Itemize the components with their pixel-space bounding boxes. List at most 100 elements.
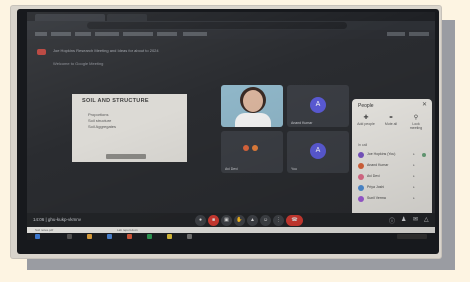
lock-meeting-button[interactable]: ⚲ Lock meeting <box>407 115 425 130</box>
taskbar-app-icon[interactable] <box>187 234 192 239</box>
bookmark-item[interactable] <box>409 32 429 36</box>
slide-item: Soil Aggregates <box>88 124 117 129</box>
participant-name: Anand Kumar <box>367 163 389 167</box>
presentation-slide: SOIL AND STRUCTURE Proportions Soil stru… <box>72 94 187 162</box>
participant-row[interactable]: Joe Hopkins (You) ⚬ <box>358 151 428 159</box>
action-label: Add people <box>357 122 375 126</box>
bookmarks-bar <box>27 30 435 39</box>
add-person-icon: ✚ <box>363 115 369 121</box>
tile-name: Anand Kumar <box>291 121 313 125</box>
address-bar <box>27 21 435 30</box>
bookmark-item[interactable] <box>183 32 207 36</box>
present-button[interactable]: ▲ <box>247 215 258 226</box>
add-people-button[interactable]: ✚ Add people <box>357 115 375 126</box>
mic-icon[interactable]: ⚬ <box>412 185 415 190</box>
avatar <box>358 152 364 158</box>
participant-row[interactable]: Anand Kumar ⚬ <box>358 162 428 170</box>
video-tile-participant[interactable]: A Anand Kumar <box>287 85 349 127</box>
more-button[interactable]: ⋮ <box>273 215 284 226</box>
tab-other[interactable] <box>107 14 147 21</box>
avatar <box>243 145 249 151</box>
avatar <box>358 196 364 202</box>
avatar <box>358 174 364 180</box>
bookmark-item[interactable] <box>35 32 47 36</box>
meeting-time-code: 14:06 | ghu-kukp-vkmnv <box>33 217 81 222</box>
url-field[interactable] <box>87 22 347 29</box>
present-icon: ▲ <box>250 217 255 223</box>
mute-all-button[interactable]: ⚭ Mute all <box>382 115 400 126</box>
meet-stage: Joe Hopkins Research Meeting and Ideas f… <box>27 39 435 230</box>
avatar <box>252 145 258 151</box>
slide-caption-bar <box>106 154 146 159</box>
bookmark-item[interactable] <box>51 32 71 36</box>
people-icon[interactable]: ♟ <box>401 216 406 223</box>
reactions-button[interactable]: ☺ <box>260 215 271 226</box>
video-tile-self[interactable]: A You <box>287 131 349 173</box>
video-tile-camera[interactable] <box>221 85 283 127</box>
mic-icon[interactable]: ⚬ <box>412 152 415 157</box>
slide-item: Soil structure <box>88 118 112 123</box>
tile-name: You <box>291 167 297 171</box>
video-tile-participant[interactable]: Avi Devi <box>221 131 283 173</box>
mute-icon: ⚭ <box>388 115 394 121</box>
monitor: Joe Hopkins Research Meeting and Ideas f… <box>17 9 439 254</box>
captions-icon: ▣ <box>224 217 229 223</box>
people-panel: People ✕ ✚ Add people ⚭ Mute all ⚲ Lock … <box>352 99 432 230</box>
download-item[interactable]: Soil notes.pdf <box>35 228 53 232</box>
bookmark-item[interactable] <box>95 32 119 36</box>
participant-row[interactable]: Priya Joshi ⚬ <box>358 184 428 192</box>
tile-name: Avi Devi <box>225 167 238 171</box>
slide-item: Proportions <box>88 112 109 117</box>
close-icon[interactable]: ✕ <box>422 101 427 108</box>
raise-hand-icon: ✋ <box>236 217 243 223</box>
bookmark-item[interactable] <box>157 32 177 36</box>
avatar: A <box>310 143 326 159</box>
mic-icon[interactable]: ⚬ <box>412 174 415 179</box>
activities-icon[interactable]: △ <box>424 216 429 223</box>
taskbar-app-icon[interactable] <box>147 234 152 239</box>
bookmark-item[interactable] <box>387 32 405 36</box>
participant-name: Joe Hopkins (You) <box>367 152 396 156</box>
camera-button[interactable]: ■ <box>208 215 219 226</box>
taskbar-app-icon[interactable] <box>67 234 72 239</box>
action-label: Mute all <box>384 122 398 126</box>
chat-icon[interactable]: ✉ <box>413 216 418 223</box>
tab-bar <box>27 12 435 21</box>
person-face <box>243 90 263 112</box>
bookmark-item[interactable] <box>75 32 91 36</box>
download-item[interactable]: Lab report.docx <box>117 228 138 232</box>
mic-button[interactable]: ● <box>195 215 206 226</box>
end-call-button[interactable]: ☎ <box>286 215 303 226</box>
mic-icon[interactable]: ⚬ <box>412 196 415 201</box>
chrome-icon[interactable] <box>167 234 172 239</box>
start-icon[interactable] <box>35 234 40 239</box>
participant-name: Avi Devi <box>367 174 380 178</box>
participant-row[interactable]: Avi Devi ⚬ <box>358 173 428 181</box>
tab-meet[interactable] <box>35 14 105 21</box>
participant-row[interactable]: Sunil Verma ⚬ <box>358 195 428 203</box>
captions-button[interactable]: ▣ <box>221 215 232 226</box>
info-icon[interactable]: ⓘ <box>389 216 395 225</box>
raise-hand-button[interactable]: ✋ <box>234 215 245 226</box>
lock-icon: ⚲ <box>413 115 419 121</box>
system-tray[interactable] <box>397 234 427 239</box>
more-icon: ⋮ <box>276 217 281 223</box>
banner-line-1: Joe Hopkins Research Meeting and Ideas f… <box>53 48 159 53</box>
end-call-icon: ☎ <box>291 217 298 223</box>
avatar: A <box>310 97 326 113</box>
panel-section-label: In call <box>358 143 368 147</box>
mic-icon[interactable]: ⚬ <box>412 163 415 168</box>
banner-line-2: Welcome to Google Meeting <box>53 61 104 66</box>
meeting-banner: Joe Hopkins Research Meeting and Ideas f… <box>37 45 337 67</box>
panel-title: People <box>358 103 374 109</box>
bookmark-item[interactable] <box>123 32 153 36</box>
participant-name: Priya Joshi <box>367 185 385 189</box>
participant-name: Sunil Verma <box>367 196 386 200</box>
folder-icon[interactable] <box>87 234 92 239</box>
taskbar-app-icon[interactable] <box>127 234 132 239</box>
taskbar-app-icon[interactable] <box>107 234 112 239</box>
camera-icon: ■ <box>211 217 216 223</box>
avatar <box>358 163 364 169</box>
browser-screen: Joe Hopkins Research Meeting and Ideas f… <box>27 12 435 240</box>
taskbar <box>27 233 435 240</box>
